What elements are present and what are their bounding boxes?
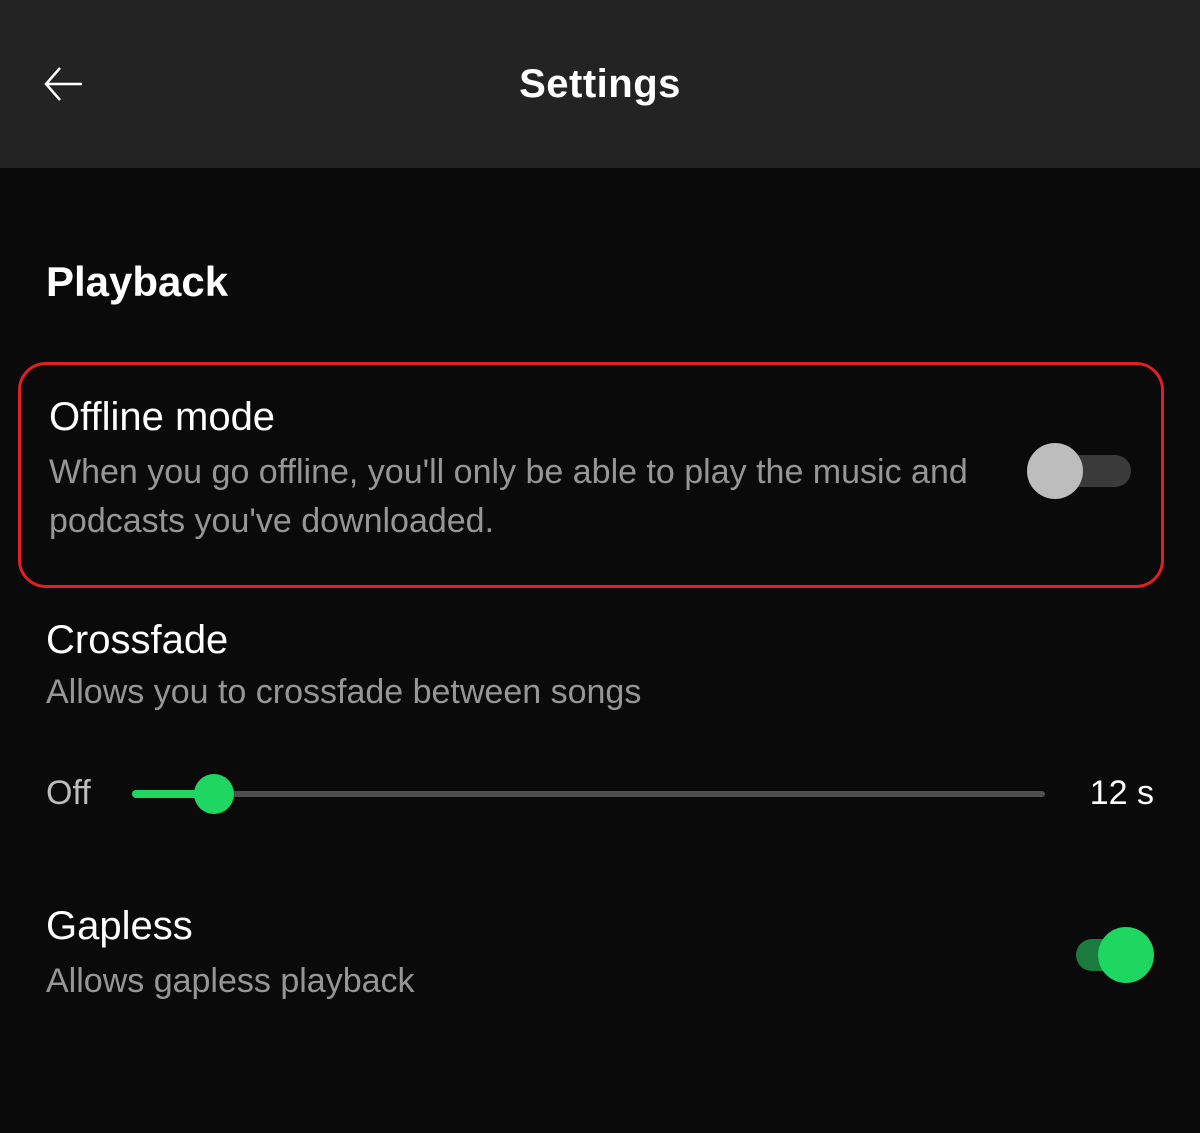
gapless-row: Gapless Allows gapless playback: [46, 904, 1154, 1006]
crossfade-min-label: Off: [46, 774, 108, 813]
offline-highlight: Offline mode When you go offline, you'll…: [18, 362, 1164, 588]
crossfade-max-label: 12 s: [1069, 774, 1154, 813]
crossfade-title: Crossfade: [46, 618, 1154, 663]
section-title-playback: Playback: [46, 258, 1154, 306]
gapless-text: Gapless Allows gapless playback: [46, 904, 415, 1006]
offline-mode-text: Offline mode When you go offline, you'll…: [49, 395, 1027, 547]
crossfade-slider[interactable]: [132, 774, 1045, 814]
page-title: Settings: [40, 62, 1160, 107]
offline-mode-row: Offline mode When you go offline, you'll…: [27, 395, 1135, 547]
header: Settings: [0, 0, 1200, 168]
offline-mode-desc: When you go offline, you'll only be able…: [49, 448, 987, 547]
crossfade-row: Crossfade Allows you to crossfade betwee…: [46, 618, 1154, 814]
content: Playback Offline mode When you go offlin…: [0, 168, 1200, 1006]
gapless-title: Gapless: [46, 904, 415, 949]
arrow-left-icon: [40, 60, 88, 108]
toggle-thumb: [1098, 927, 1154, 983]
gapless-toggle[interactable]: [1046, 925, 1154, 985]
back-button[interactable]: [40, 60, 88, 108]
gapless-desc: Allows gapless playback: [46, 957, 415, 1006]
slider-thumb: [194, 774, 234, 814]
toggle-thumb: [1027, 443, 1083, 499]
offline-mode-toggle[interactable]: [1027, 441, 1135, 501]
crossfade-desc: Allows you to crossfade between songs: [46, 673, 1154, 712]
offline-mode-title: Offline mode: [49, 395, 987, 440]
slider-track: [132, 791, 1045, 797]
crossfade-slider-row: Off 12 s: [46, 774, 1154, 814]
